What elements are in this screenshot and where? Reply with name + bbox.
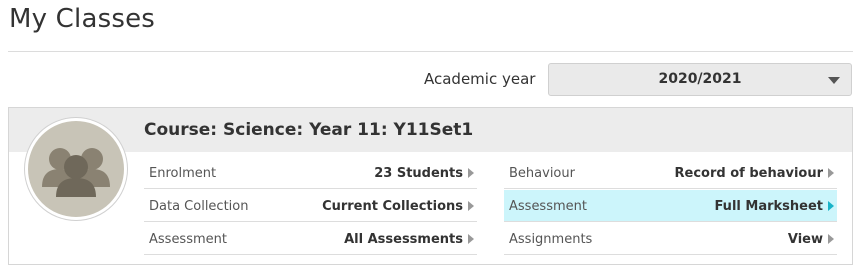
row-label: Assessment	[509, 199, 587, 214]
chevron-right-icon	[828, 201, 834, 211]
chevron-right-icon	[828, 234, 834, 244]
row-label: Enrolment	[149, 166, 217, 181]
all-assessments-link[interactable]: All Assessments	[344, 232, 463, 247]
row-assessment-all[interactable]: Assessment All Assessments	[144, 223, 477, 255]
chevron-right-icon	[468, 201, 474, 211]
chevron-right-icon	[468, 234, 474, 244]
academic-year-label: Academic year	[424, 70, 536, 88]
full-marksheet-link[interactable]: Full Marksheet	[714, 199, 823, 214]
title-divider	[8, 51, 853, 52]
behaviour-link[interactable]: Record of behaviour	[675, 166, 824, 181]
row-data-collection[interactable]: Data Collection Current Collections	[144, 190, 477, 222]
enrolment-link[interactable]: 23 Students	[374, 166, 463, 181]
row-label: Behaviour	[509, 166, 575, 181]
course-title[interactable]: Course: Science: Year 11: Y11Set1	[144, 120, 473, 140]
class-card: Course: Science: Year 11: Y11Set1 Enrolm…	[8, 107, 853, 265]
caret-down-icon	[828, 77, 840, 84]
chevron-right-icon	[468, 168, 474, 178]
row-label: Data Collection	[149, 199, 249, 214]
assignments-link[interactable]: View	[788, 232, 823, 247]
row-label: Assessment	[149, 232, 227, 247]
academic-year-select[interactable]: 2020/2021	[548, 63, 852, 96]
class-avatar	[25, 118, 127, 220]
row-assessment-marksheet[interactable]: Assessment Full Marksheet	[504, 190, 837, 222]
card-header: Course: Science: Year 11: Y11Set1	[9, 108, 852, 152]
academic-year-value: 2020/2021	[658, 71, 742, 87]
row-label: Assignments	[509, 232, 593, 247]
users-group-icon	[42, 148, 110, 197]
chevron-right-icon	[828, 168, 834, 178]
page-title: My Classes	[9, 4, 156, 34]
row-enrolment[interactable]: Enrolment 23 Students	[144, 157, 477, 189]
data-collection-link[interactable]: Current Collections	[322, 199, 463, 214]
row-behaviour[interactable]: Behaviour Record of behaviour	[504, 157, 837, 189]
row-assignments[interactable]: Assignments View	[504, 223, 837, 255]
